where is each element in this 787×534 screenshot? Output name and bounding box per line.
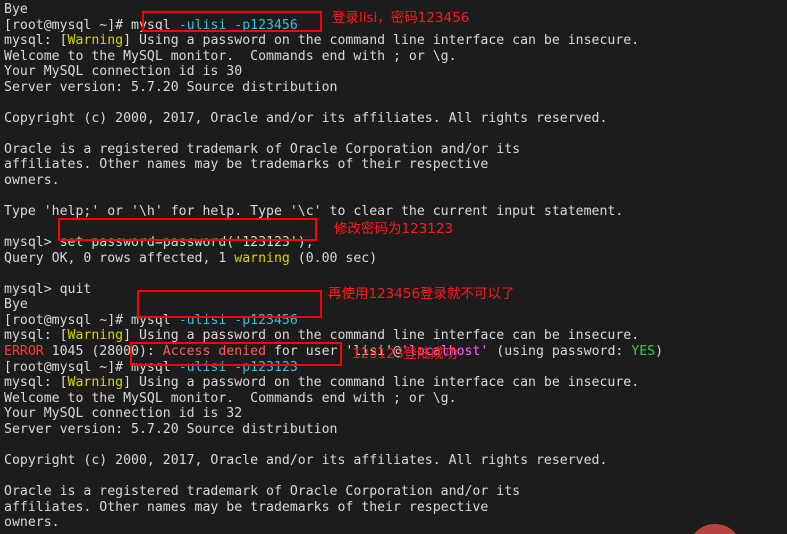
terminal-text-segment: [root@mysql ~]# [4,17,132,33]
terminal-line: mysql: [Warning] Using a password on the… [4,328,787,344]
terminal-text-segment: Welcome to the MySQL monitor. Commands e… [4,390,457,406]
terminal-line: Copyright (c) 2000, 2017, Oracle and/or … [4,111,787,127]
terminal-line: mysql> set password=password('123123'); [4,235,787,251]
terminal-text-segment: -ulisi -p123123 [178,359,298,375]
terminal-line: Type 'help;' or '\h' for help. Type '\c'… [4,204,787,220]
terminal-text-segment: Your MySQL connection id is 32 [4,406,243,422]
terminal-text-segment: mysql [131,359,179,375]
terminal-text-segment: mysql [131,312,179,328]
terminal-text-segment: Bye [4,2,28,17]
terminal-line: [root@mysql ~]# mysql -ulisi -p123456 [4,313,787,329]
annotation-note-n3: 再使用123456登录就不可以了 [328,286,515,302]
terminal-text-segment: Bye [4,297,28,313]
terminal-line: Oracle is a registered trademark of Orac… [4,142,787,158]
terminal-text-segment: set password=password('123123'); [59,235,314,251]
terminal-text-segment: ] Using a password on the command line i… [123,33,640,49]
terminal-line: affiliates. Other names may be trademark… [4,500,787,516]
terminal-line: Server version: 5.7.20 Source distributi… [4,80,787,96]
terminal-text-segment: Query OK, 0 rows affected, 1 [4,250,235,266]
terminal-text-segment: Server version: 5.7.20 Source distributi… [4,79,338,95]
terminal-text-segment: mysql: [ [4,375,68,391]
terminal-line: Welcome to the MySQL monitor. Commands e… [4,391,787,407]
terminal-text-segment: mysql> quit [4,281,92,297]
terminal-text-segment: Access denied [162,344,267,360]
terminal-window[interactable]: Bye [root@mysql ~]# mysql -ulisi -p123456… [0,0,787,534]
terminal-text-segment: mysql: [ [4,328,68,344]
terminal-line: owners. [4,173,787,189]
terminal-line: Your MySQL connection id is 32 [4,406,787,422]
terminal-text-segment: affiliates. Other names may be trademark… [4,157,489,173]
terminal-line: mysql: [Warning] Using a password on the… [4,375,787,391]
terminal-text-segment: Copyright (c) 2000, 2017, Oracle and/or … [4,452,608,468]
terminal-text-segment: (using password: [488,344,632,360]
terminal-text-segment: for user [266,344,346,360]
terminal-text-segment: YES [631,344,656,360]
terminal-text-segment: -ulisi -p123456 [178,312,298,328]
terminal-text-segment: Type 'help;' or '\h' for help. Type '\c'… [4,204,624,220]
terminal-text-segment: ERROR [4,344,44,360]
terminal-text-segment: Your MySQL connection id is 30 [4,64,243,80]
terminal-line: owners. [4,515,787,531]
annotation-note-n1: 登录lisi，密码123456 [332,10,470,26]
annotation-note-n2: 修改密码为123123 [334,221,454,237]
terminal-line: Copyright (c) 2000, 2017, Oracle and/or … [4,453,787,469]
terminal-text-segment: [root@mysql ~]# [4,359,132,375]
terminal-line: Oracle is a registered trademark of Orac… [4,484,787,500]
terminal-text-segment: warning [234,250,290,266]
terminal-text-segment: (0.00 sec) [289,250,378,266]
annotation-note-n4: 123123登陆成功 [352,346,458,362]
terminal-text-segment: Warning [67,33,124,49]
terminal-line: affiliates. Other names may be trademark… [4,157,787,173]
terminal-text-segment: mysql [131,17,179,33]
terminal-text-segment: mysql> [4,235,60,251]
terminal-text-segment: Warning [67,375,124,391]
terminal-line: mysql: [Warning] Using a password on the… [4,33,787,49]
terminal-line: Query OK, 0 rows affected, 1 warning (0.… [4,251,787,267]
terminal-text-segment: 1045 (28000): [43,344,163,360]
terminal-text-segment: [root@mysql ~]# [4,312,132,328]
terminal-text-segment: Welcome to the MySQL monitor. Commands e… [4,48,457,64]
terminal-text-segment: ] Using a password on the command line i… [123,375,640,391]
terminal-text-segment: Warning [67,328,124,344]
terminal-line: Server version: 5.7.20 Source distributi… [4,422,787,438]
terminal-text-segment: Server version: 5.7.20 Source distributi… [4,421,338,437]
terminal-text-segment: owners. [4,173,60,189]
terminal-output: Bye [root@mysql ~]# mysql -ulisi -p123456… [4,2,787,534]
terminal-text-segment: Oracle is a registered trademark of Orac… [4,141,521,157]
terminal-line: Welcome to the MySQL monitor. Commands e… [4,49,787,65]
terminal-text-segment: Oracle is a registered trademark of Orac… [4,483,521,499]
terminal-text-segment: Copyright (c) 2000, 2017, Oracle and/or … [4,110,608,126]
terminal-text-segment: mysql: [ [4,33,68,49]
terminal-text-segment: affiliates. Other names may be trademark… [4,499,489,515]
terminal-text-segment: ] Using a password on the command line i… [123,328,640,344]
terminal-text-segment: -ulisi -p123456 [178,17,298,33]
terminal-text-segment: owners. [4,515,60,531]
terminal-text-segment: ) [655,344,664,360]
terminal-line: Your MySQL connection id is 30 [4,64,787,80]
